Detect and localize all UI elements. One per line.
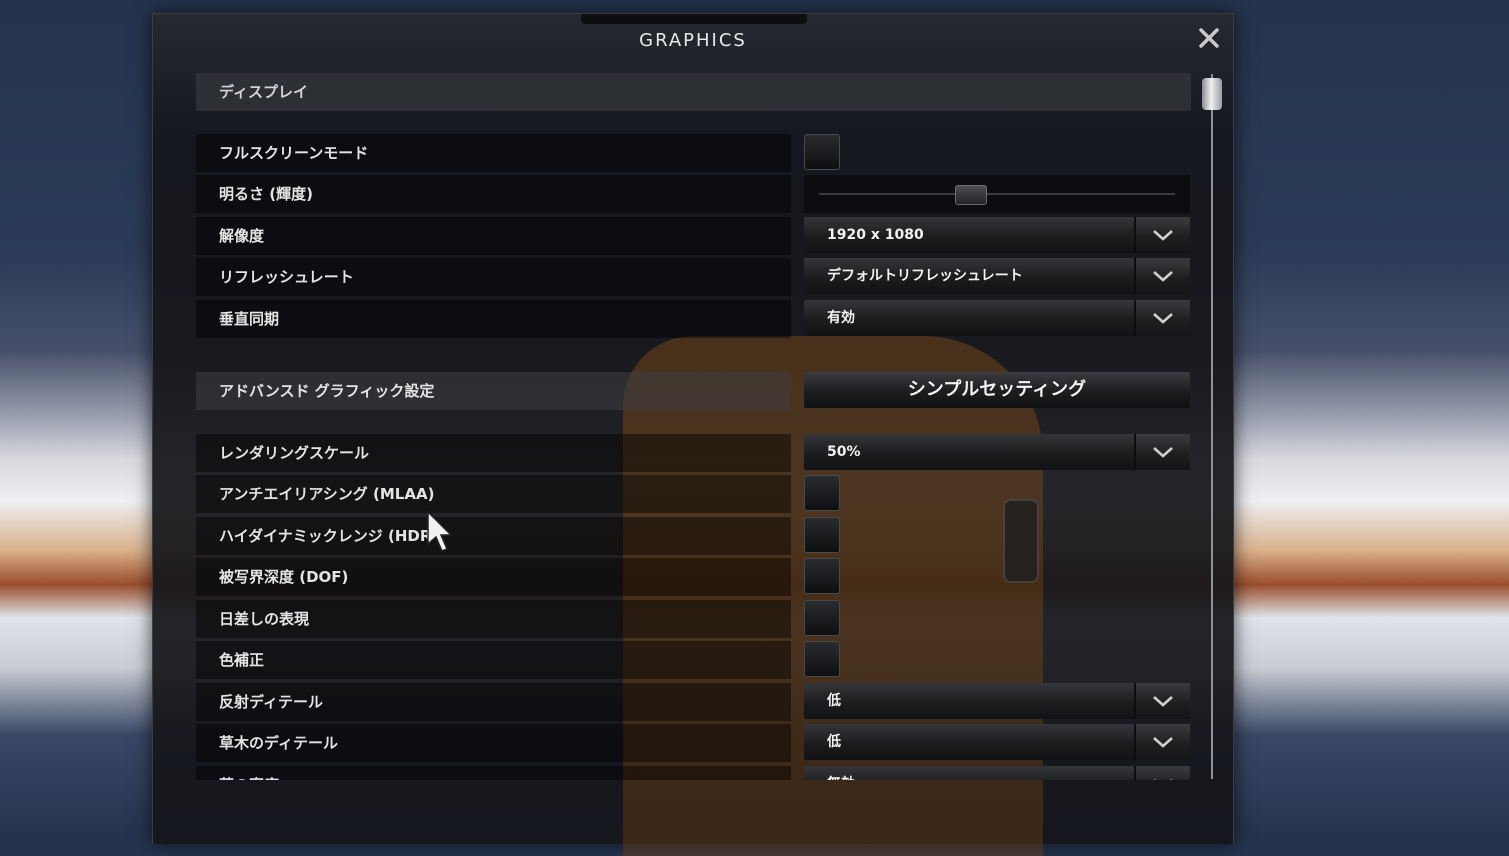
setting-row-mlaa: アンチエイリアシング (MLAA) [196, 475, 1191, 513]
setting-label: ハイダイナミックレンジ (HDR [196, 517, 791, 555]
setting-label: 草木のディテール [196, 724, 791, 762]
title-tab [581, 14, 807, 24]
setting-row-vsync: 垂直同期 有効 [196, 300, 1191, 338]
dropdown-arrow-button[interactable] [1134, 434, 1190, 470]
setting-row-dof: 被写界深度 (DOF) [196, 558, 1191, 596]
vertical-scrollbar[interactable] [1202, 74, 1222, 779]
hdr-checkbox[interactable] [804, 517, 840, 553]
setting-row-refresh-rate: リフレッシュレート デフォルトリフレッシュレート [196, 258, 1191, 296]
mlaa-checkbox[interactable] [804, 475, 840, 511]
chevron-down-icon [1153, 696, 1173, 707]
dropdown-arrow-button[interactable] [1134, 300, 1190, 336]
chevron-down-icon [1153, 230, 1173, 241]
chevron-down-icon [1154, 779, 1172, 780]
setting-label: 色補正 [196, 641, 791, 679]
dropdown-value: 有効 [827, 310, 855, 326]
slider-track [819, 193, 1175, 195]
dropdown-value: 1920 x 1080 [827, 227, 924, 243]
sun-shafts-checkbox[interactable] [804, 600, 840, 636]
setting-label: フルスクリーンモード [196, 134, 791, 172]
setting-label: レンダリングスケール [196, 434, 791, 472]
setting-label: アドバンスド グラフィック設定 [196, 372, 791, 410]
setting-label: 被写界深度 (DOF) [196, 558, 791, 596]
dropdown-value: デフォルトリフレッシュレート [827, 268, 1023, 284]
rendering-scale-dropdown[interactable]: 50% [804, 434, 1190, 470]
setting-label: 垂直同期 [196, 300, 791, 338]
setting-row-brightness: 明るさ (輝度) [196, 175, 1191, 213]
dropdown-arrow-button[interactable] [1134, 217, 1190, 253]
color-correction-checkbox[interactable] [804, 641, 840, 677]
resolution-dropdown[interactable]: 1920 x 1080 [804, 217, 1190, 253]
close-icon [1199, 28, 1219, 48]
vsync-dropdown[interactable]: 有効 [804, 300, 1190, 336]
setting-row-advanced: アドバンスド グラフィック設定 シンプルセッティング [196, 372, 1191, 410]
dropdown-arrow-button[interactable] [1134, 683, 1190, 719]
dof-checkbox[interactable] [804, 558, 840, 594]
dropdown-value: 50% [827, 444, 861, 460]
setting-row-grass-density: 草の密度 無効 [196, 766, 1191, 780]
dropdown-value: 低 [827, 693, 841, 709]
dropdown-arrow-button[interactable] [1134, 766, 1190, 780]
dropdown-value: 無効 [827, 766, 855, 780]
setting-label: 明るさ (輝度) [196, 175, 791, 213]
scrollbar-thumb[interactable] [1202, 78, 1222, 110]
mouse-cursor-icon [427, 510, 453, 552]
setting-label: 反射ディテール [196, 683, 791, 721]
section-header-display: ディスプレイ [196, 73, 1191, 111]
scrollbar-track [1211, 74, 1213, 779]
setting-label: アンチエイリアシング (MLAA) [196, 475, 791, 513]
slider-thumb[interactable] [955, 185, 988, 205]
setting-row-vegetation-detail: 草木のディテール 低 [196, 724, 1191, 762]
setting-label: 草の密度 [196, 766, 791, 780]
setting-row-fullscreen: フルスクリーンモード [196, 134, 1191, 172]
setting-label: リフレッシュレート [196, 258, 791, 296]
chevron-down-icon [1153, 313, 1173, 324]
dropdown-arrow-button[interactable] [1134, 724, 1190, 760]
reflection-detail-dropdown[interactable]: 低 [804, 683, 1190, 719]
graphics-settings-dialog: GRAPHICS ディスプレイ フルスクリーンモード 明るさ (輝度) 解像度 … [152, 13, 1234, 856]
setting-row-reflection-detail: 反射ディテール 低 [196, 683, 1191, 721]
vegetation-detail-dropdown[interactable]: 低 [804, 724, 1190, 760]
settings-list: ディスプレイ フルスクリーンモード 明るさ (輝度) 解像度 1920 x 10… [196, 73, 1191, 780]
dialog-title: GRAPHICS [639, 30, 747, 51]
grass-density-dropdown[interactable]: 無効 [804, 766, 1190, 780]
setting-row-rendering-scale: レンダリングスケール 50% [196, 434, 1191, 472]
setting-label: 解像度 [196, 217, 791, 255]
setting-label: 日差しの表現 [196, 600, 791, 638]
setting-row-sun-shafts: 日差しの表現 [196, 600, 1191, 638]
brightness-slider[interactable] [804, 175, 1190, 213]
setting-row-resolution: 解像度 1920 x 1080 [196, 217, 1191, 255]
background-left [0, 0, 160, 835]
simple-settings-button[interactable]: シンプルセッティング [804, 372, 1190, 408]
chevron-down-icon [1153, 447, 1173, 458]
background-right [1229, 0, 1509, 835]
chevron-down-icon [1153, 271, 1173, 282]
setting-row-color-correction: 色補正 [196, 641, 1191, 679]
setting-row-hdr: ハイダイナミックレンジ (HDR [196, 517, 1191, 555]
refresh-rate-dropdown[interactable]: デフォルトリフレッシュレート [804, 258, 1190, 294]
close-button[interactable] [1198, 27, 1220, 49]
dropdown-value: 低 [827, 734, 841, 750]
chevron-down-icon [1153, 737, 1173, 748]
fullscreen-checkbox[interactable] [804, 134, 840, 170]
dropdown-arrow-button[interactable] [1134, 258, 1190, 294]
